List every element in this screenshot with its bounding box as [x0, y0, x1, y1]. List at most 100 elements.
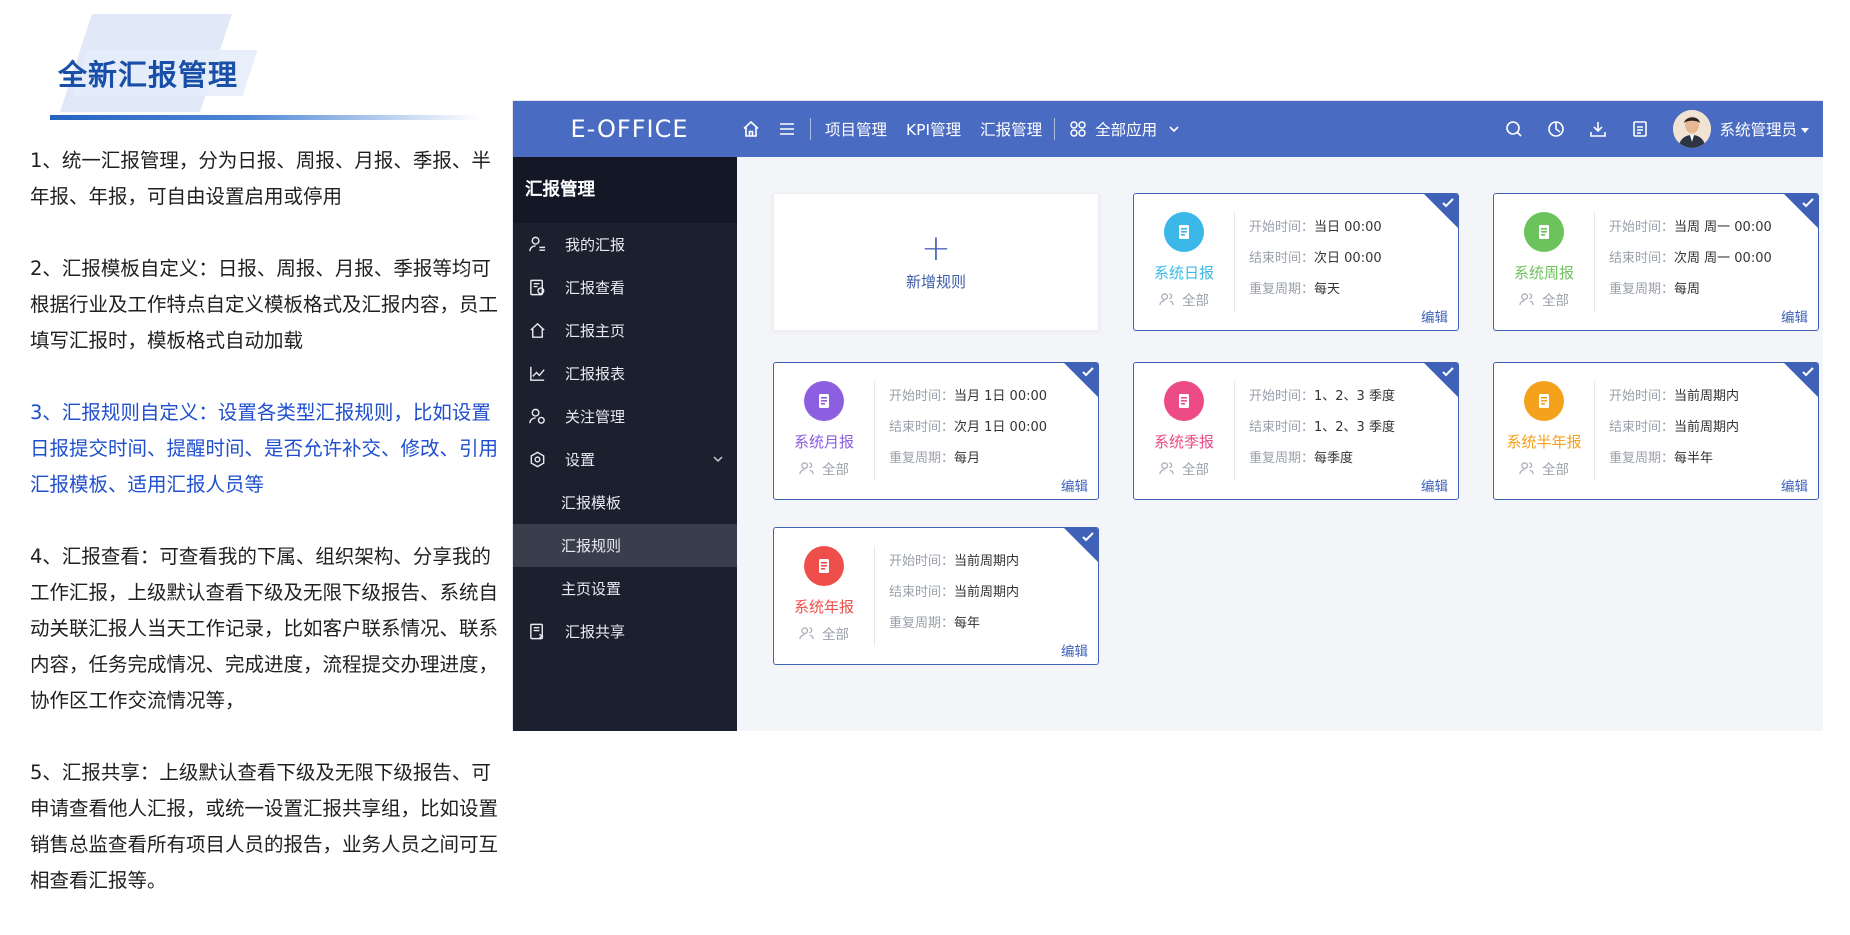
brand-logo[interactable]: E-OFFICE	[513, 115, 740, 143]
card-divider	[874, 381, 875, 481]
search-icon[interactable]	[1503, 118, 1525, 140]
feature-description: 1、统一汇报管理，分为日报、周报、月报、季报、半年报、年报，可自由设置启用或停用…	[30, 143, 500, 935]
feature-paragraph-3: 3、汇报规则自定义：设置各类型汇报规则，比如设置日报提交时间、提醒时间、是否允许…	[30, 401, 499, 496]
rule-scope: 全部	[1134, 289, 1234, 309]
chevron-down-icon	[713, 456, 723, 463]
start-time-value: 1、2、3 季度	[1314, 389, 1395, 404]
rule-card-summary: 系统日报 全部	[1134, 194, 1234, 330]
nav-report-management[interactable]: 汇报管理	[980, 118, 1042, 140]
rule-scope: 全部	[1134, 458, 1234, 478]
sidebar-item-report-home[interactable]: 汇报主页	[513, 309, 737, 352]
check-icon	[1802, 367, 1814, 377]
end-time-value: 当前周期内	[1674, 420, 1740, 435]
check-icon	[1442, 367, 1454, 377]
start-time-label: 开始时间：	[889, 554, 955, 569]
report-rule-card[interactable]: 系统半年报 全部 开始时间：当前周期内 结束时间：当前周期内 重复周期：每半年 …	[1493, 362, 1819, 500]
repeat-label: 重复周期：	[889, 616, 955, 631]
end-time-label: 结束时间：	[1249, 420, 1315, 435]
sidebar-item-report-share[interactable]: 汇报共享	[513, 610, 737, 653]
report-rule-card[interactable]: 系统日报 全部 开始时间：当日 00:00 结束时间：次日 00:00 重复周期…	[1133, 193, 1459, 331]
edit-link[interactable]: 编辑	[1061, 640, 1088, 660]
feature-paragraph-4: 4、汇报查看：可查看我的下属、组织架构、分享我的工作汇报，上级默认查看下级及无限…	[30, 545, 499, 712]
feature-paragraph-2: 2、汇报模板自定义：日报、周报、月报、季报等均可根据行业及工作特点自定义模板格式…	[30, 257, 499, 352]
card-divider	[1234, 212, 1235, 312]
sidebar-item-report-view[interactable]: 汇报查看	[513, 266, 737, 309]
add-rule-label: 新增规则	[905, 272, 966, 291]
settings-icon	[527, 450, 547, 470]
sidebar-item-label: 汇报查看	[565, 279, 626, 297]
rule-scope: 全部	[774, 458, 874, 478]
rule-card-summary: 系统周报 全部	[1494, 194, 1594, 330]
rule-card-summary: 系统半年报 全部	[1494, 363, 1594, 499]
line-chart-icon	[527, 364, 547, 384]
report-rule-card[interactable]: 系统季报 全部 开始时间：1、2、3 季度 结束时间：1、2、3 季度 重复周期…	[1133, 362, 1459, 500]
start-time-value: 当前周期内	[1674, 389, 1740, 404]
top-nav: 项目管理 KPI管理 汇报管理 全部应用	[740, 101, 1191, 157]
add-rule-card[interactable]: + 新增规则	[773, 193, 1099, 331]
rule-schedule: 开始时间：当日 00:00 结束时间：次日 00:00 重复周期：每天	[1249, 212, 1382, 305]
end-time-value: 次月 1日 00:00	[954, 420, 1048, 435]
sidebar-item-label: 汇报共享	[565, 623, 626, 641]
edit-link[interactable]: 编辑	[1061, 475, 1088, 495]
rule-name: 系统日报	[1153, 264, 1214, 282]
sidebar-item-report-charts[interactable]: 汇报报表	[513, 352, 737, 395]
home-icon	[527, 321, 547, 341]
edit-link[interactable]: 编辑	[1421, 306, 1448, 326]
report-rule-card[interactable]: 系统月报 全部 开始时间：当月 1日 00:00 结束时间：次月 1日 00:0…	[773, 362, 1099, 500]
sidebar-subitem-report-rules[interactable]: 汇报规则	[513, 524, 737, 567]
all-apps-menu[interactable]: 全部应用	[1067, 118, 1191, 140]
rule-scope-label: 全部	[1182, 293, 1209, 309]
sidebar-item-label: 我的汇报	[565, 236, 626, 254]
top-bar: E-OFFICE 项目管理 KPI管理 汇报管理 全部应用 系统管理员	[513, 101, 1823, 157]
card-divider	[1594, 212, 1595, 312]
repeat-value: 每年	[954, 616, 981, 631]
notes-icon[interactable]	[1629, 118, 1651, 140]
report-doc-icon	[1524, 381, 1564, 421]
sidebar-item-label: 汇报主页	[565, 322, 626, 340]
user-menu[interactable]: 系统管理员	[1719, 118, 1809, 140]
home-icon[interactable]	[740, 118, 762, 140]
start-time-label: 开始时间：	[1609, 389, 1675, 404]
apps-grid-icon	[1067, 118, 1089, 140]
repeat-label: 重复周期：	[889, 451, 955, 466]
users-icon	[1159, 461, 1174, 474]
clock-icon[interactable]	[1545, 118, 1567, 140]
download-icon[interactable]	[1587, 118, 1609, 140]
sidebar-subitem-report-templates[interactable]: 汇报模板	[513, 481, 737, 524]
start-time-label: 开始时间：	[1249, 220, 1315, 235]
start-time-label: 开始时间：	[1609, 220, 1675, 235]
sidebar-item-follow-management[interactable]: 关注管理	[513, 395, 737, 438]
end-time-label: 结束时间：	[889, 420, 955, 435]
rules-panel: + 新增规则 系统日报 全部 开始时间：当日 00:00 结束时间：次日 00:…	[737, 157, 1823, 731]
end-time-value: 1、2、3 季度	[1314, 420, 1395, 435]
report-rule-card[interactable]: 系统周报 全部 开始时间：当周 周一 00:00 结束时间：次周 周一 00:0…	[1493, 193, 1819, 331]
sidebar-item-label: 汇报报表	[565, 365, 626, 383]
nav-kpi-management[interactable]: KPI管理	[906, 118, 961, 140]
report-rule-card[interactable]: 系统年报 全部 开始时间：当前周期内 结束时间：当前周期内 重复周期：每年 编辑	[773, 527, 1099, 665]
feature-paragraph-5: 5、汇报共享：上级默认查看下级及无限下级报告、可申请查看他人汇报，或统一设置汇报…	[30, 761, 499, 892]
repeat-value: 每半年	[1674, 451, 1714, 466]
sidebar-item-my-reports[interactable]: 我的汇报	[513, 223, 737, 266]
menu-icon[interactable]	[776, 118, 798, 140]
nav-project-management[interactable]: 项目管理	[825, 118, 887, 140]
repeat-value: 每周	[1674, 282, 1701, 297]
report-doc-icon	[1524, 212, 1564, 252]
sidebar-item-settings[interactable]: 设置	[513, 438, 737, 481]
avatar[interactable]	[1673, 110, 1712, 148]
edit-link[interactable]: 编辑	[1781, 306, 1808, 326]
sidebar-subitem-home-settings[interactable]: 主页设置	[513, 567, 737, 610]
rule-schedule: 开始时间：当前周期内 结束时间：当前周期内 重复周期：每半年	[1609, 381, 1739, 474]
sidebar: 汇报管理 我的汇报 汇报查看 汇报主页 汇报报表 关注管理 设置 汇报模板 汇报…	[513, 157, 737, 731]
users-icon	[799, 626, 814, 639]
user-report-icon	[527, 235, 547, 255]
edit-link[interactable]: 编辑	[1421, 475, 1448, 495]
rule-name: 系统半年报	[1506, 433, 1582, 451]
title-underline	[50, 115, 480, 120]
report-doc-icon	[804, 381, 844, 421]
repeat-label: 重复周期：	[1249, 451, 1315, 466]
rule-name: 系统周报	[1513, 264, 1574, 282]
edit-link[interactable]: 编辑	[1781, 475, 1808, 495]
card-divider	[874, 546, 875, 646]
rule-name: 系统月报	[793, 433, 854, 451]
plus-icon: +	[920, 227, 952, 269]
